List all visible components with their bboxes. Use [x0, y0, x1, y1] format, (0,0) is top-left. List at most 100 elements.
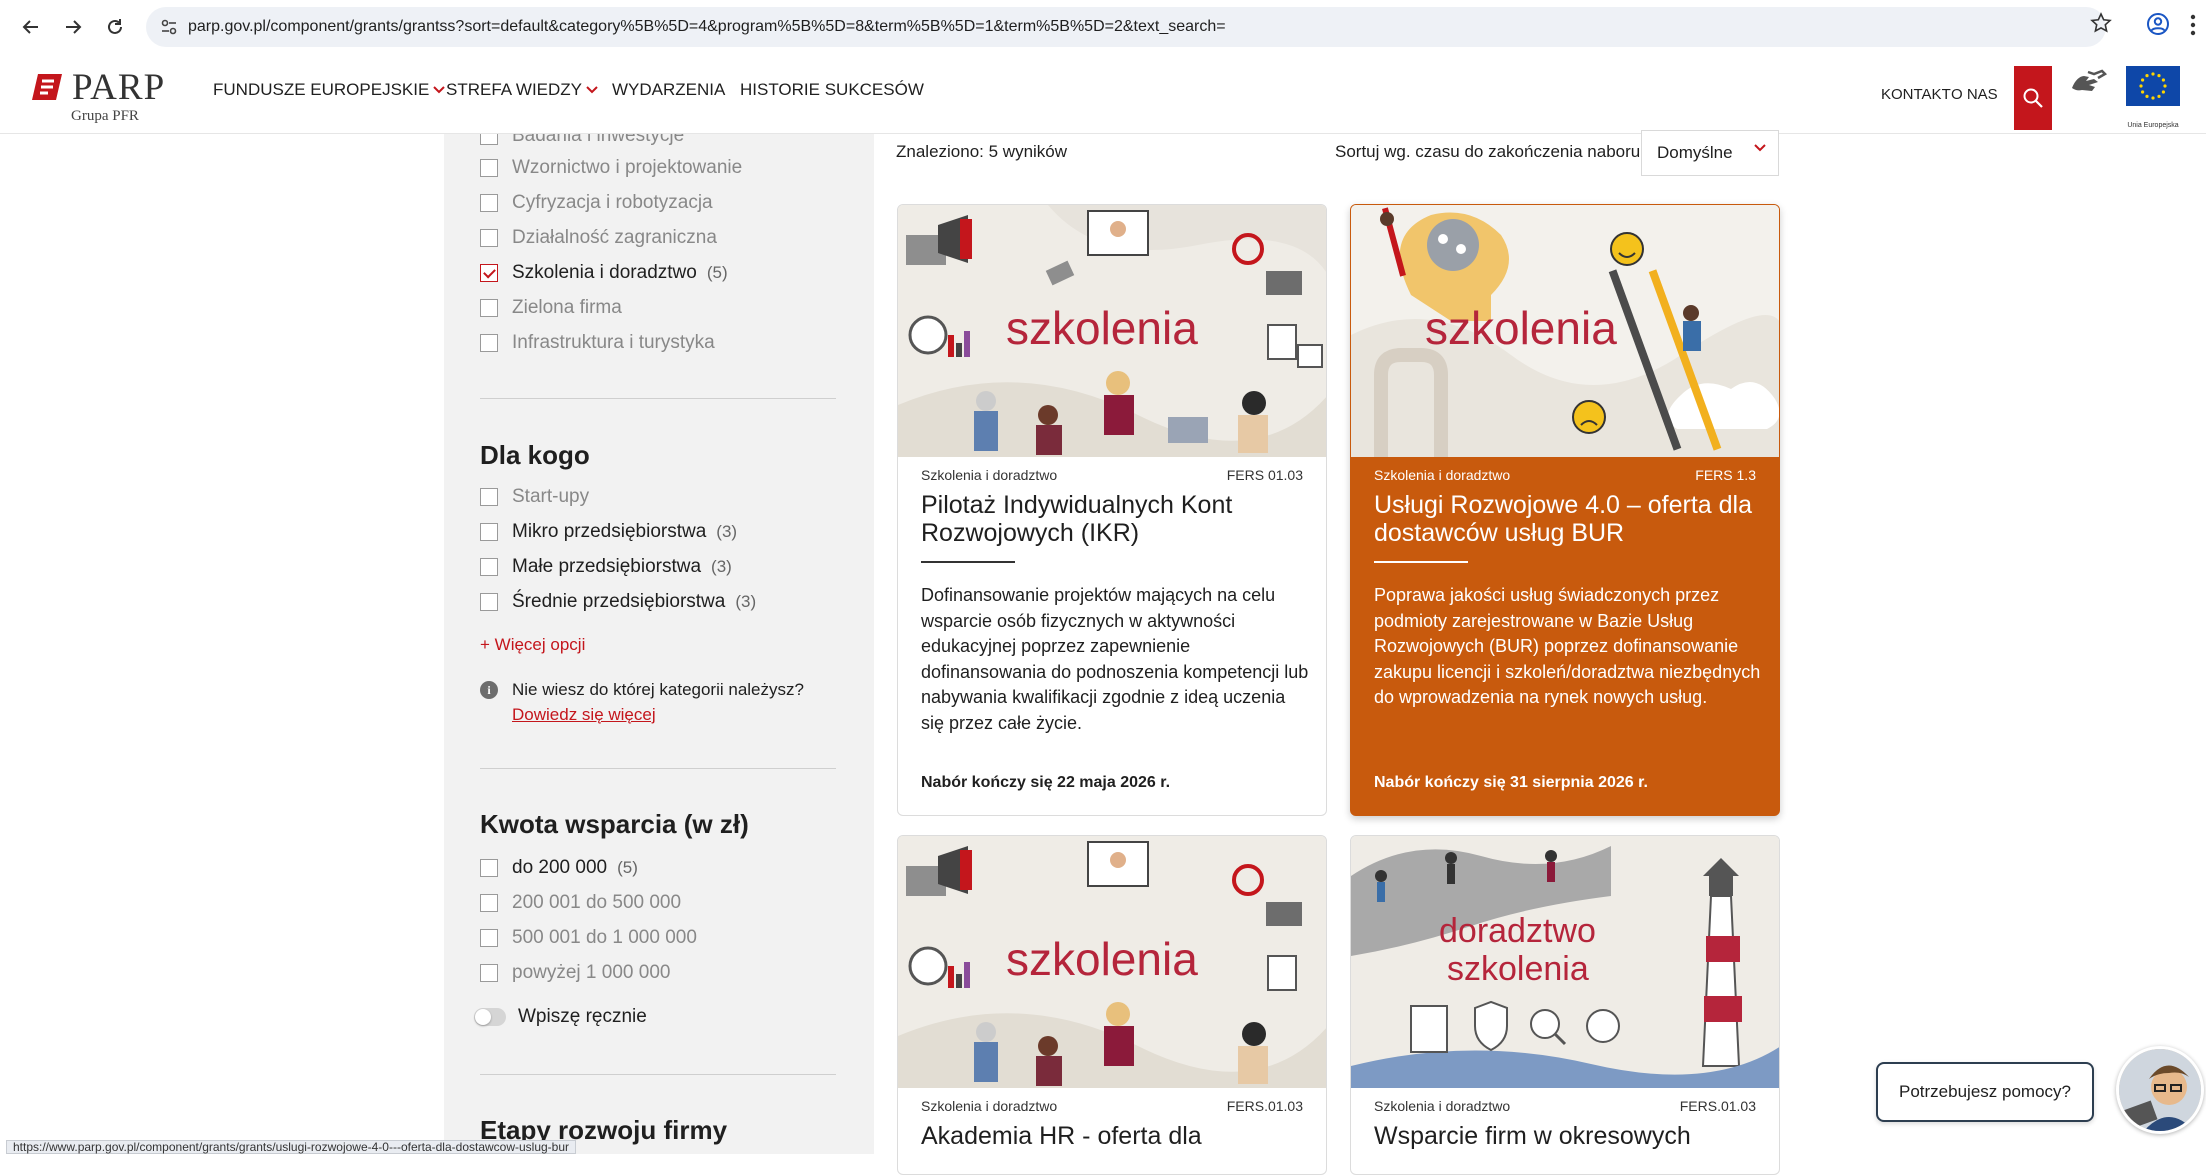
eu-caption: Unia Europejska — [2127, 122, 2179, 129]
result-count: (5) — [706, 263, 728, 282]
filter-amount-500k[interactable]: 200 001 do 500 000 — [480, 892, 681, 914]
for-whom-heading: Dla kogo — [480, 440, 590, 470]
browser-toolbar: parp.gov.pl/component/grants/grantss?sor… — [0, 0, 2206, 54]
status-bar-url: https://www.parp.gov.pl/component/grants… — [6, 1140, 577, 1154]
filter-for-whom-male[interactable]: Małe przedsiębiorstwa (3) — [480, 556, 732, 578]
nav-historie-sukcesow[interactable]: HISTORIE SUKCESÓW — [740, 80, 924, 100]
card-illustration: szkolenia — [1351, 205, 1779, 457]
filter-category-infrastruktura[interactable]: Infrastruktura i turystyka — [480, 332, 715, 354]
filter-amount-above-1m[interactable]: powyżej 1 000 000 — [480, 962, 670, 984]
search-icon — [2023, 88, 2043, 108]
nav-wydarzenia[interactable]: WYDARZENIA — [612, 80, 725, 100]
filter-category-partial[interactable]: Badania i inwestycje — [480, 134, 684, 147]
manual-amount-toggle-row[interactable]: Wpiszę ręcznie — [474, 1006, 647, 1028]
checkbox-checked[interactable] — [480, 264, 498, 282]
nav-label: WYDARZENIA — [612, 80, 726, 99]
filter-category-wzornictwo[interactable]: Wzornictwo i projektowanie — [480, 157, 742, 179]
filter-category-szkolenia[interactable]: Szkolenia i doradztwo (5) — [480, 262, 728, 284]
filter-category-cyfryzacja[interactable]: Cyfryzacja i robotyzacja — [480, 192, 713, 214]
card-title[interactable]: Akademia HR - oferta dla — [921, 1122, 1311, 1150]
checkbox-label: Mikro przedsiębiorstwa — [512, 521, 707, 542]
card-image-word: szkolenia — [1425, 302, 1617, 354]
sort-select[interactable]: Domyślne — [1641, 130, 1779, 176]
card-description: Poprawa jakości usług świadczonych przez… — [1374, 585, 1761, 707]
help-chat-bubble[interactable]: Potrzebujesz pomocy? — [1876, 1062, 2094, 1122]
card-title[interactable]: Usługi Rozwojowe 4.0 – oferta dla dostaw… — [1374, 491, 1764, 547]
divider — [480, 768, 836, 769]
filter-for-whom-mikro[interactable]: Mikro przedsiębiorstwa (3) — [480, 521, 737, 543]
grant-card-featured[interactable]: szkolenia Szkolenia i doradztwo FERS 1.3… — [1350, 204, 1780, 816]
site-settings-icon[interactable] — [160, 18, 178, 36]
more-options-link[interactable]: + Więcej opcji — [480, 635, 585, 655]
card-category: Szkolenia i doradztwo — [1374, 1098, 1511, 1114]
checkbox[interactable] — [480, 488, 498, 506]
checkbox[interactable] — [480, 229, 498, 247]
manual-amount-toggle[interactable] — [474, 1008, 506, 1026]
filter-category-dzialalnosc-zagraniczna[interactable]: Działalność zagraniczna — [480, 227, 717, 249]
filter-amount-200k[interactable]: do 200 000 (5) — [480, 857, 638, 879]
checkbox-label: 200 001 do 500 000 — [512, 892, 682, 913]
chevron-down-icon — [586, 86, 598, 94]
bookmark-star-icon[interactable] — [2090, 12, 2112, 34]
checkbox[interactable] — [480, 194, 498, 212]
card-title[interactable]: Wsparcie firm w okresowych — [1374, 1122, 1764, 1150]
result-count: (5) — [617, 858, 638, 877]
checkbox[interactable] — [480, 593, 498, 611]
info-icon: i — [480, 681, 498, 699]
checkbox[interactable] — [480, 159, 498, 177]
filter-category-zielona-firma[interactable]: Zielona firma — [480, 297, 622, 319]
checkbox[interactable] — [480, 334, 498, 352]
sort-label: Sortuj wg. czasu do zakończenia naboru — [1335, 142, 1641, 161]
logo-subtitle: Grupa PFR — [71, 108, 139, 124]
info-question: Nie wiesz do której kategorii należysz? — [512, 680, 804, 699]
learn-more-link[interactable]: Dowiedz się więcej — [512, 705, 656, 725]
checkbox[interactable] — [480, 929, 498, 947]
checkbox[interactable] — [480, 134, 498, 145]
filter-for-whom-srednie[interactable]: Średnie przedsiębiorstwa (3) — [480, 591, 756, 613]
checkbox-label: Szkolenia i doradztwo — [512, 262, 697, 283]
nav-label: FUNDUSZE EUROPEJSKIE — [213, 80, 430, 99]
card-image-word: doradztwo — [1439, 912, 1596, 950]
address-bar[interactable]: parp.gov.pl/component/grants/grantss?sor… — [146, 7, 2106, 47]
checkbox[interactable] — [480, 894, 498, 912]
browser-menu-icon[interactable] — [2190, 14, 2196, 36]
nav-label: STREFA WIEDZY — [446, 80, 583, 99]
back-arrow-icon[interactable] — [16, 13, 46, 41]
card-category: Szkolenia i doradztwo — [1374, 467, 1511, 483]
nav-strefa-wiedzy[interactable]: STREFA WIEDZY — [446, 80, 598, 100]
card-category: Szkolenia i doradztwo — [921, 467, 1058, 483]
filter-for-whom-startupy[interactable]: Start-upy — [480, 486, 589, 508]
search-button[interactable] — [2014, 66, 2052, 130]
grant-card[interactable]: szkolenia Szkolenia i doradztwo FERS 01.… — [897, 204, 1327, 816]
profile-icon[interactable] — [2146, 12, 2170, 36]
card-description: Dofinansowanie projektów mających na cel… — [921, 585, 1309, 733]
result-count: (3) — [716, 522, 738, 541]
o-nas-link[interactable]: O NAS — [1951, 86, 1998, 103]
kontakt-link[interactable]: KONTAKT — [1881, 86, 1951, 103]
amount-heading: Kwota wsparcia (w zł) — [480, 809, 749, 839]
filter-amount-1m[interactable]: 500 001 do 1 000 000 — [480, 927, 697, 949]
url-text: parp.gov.pl/component/grants/grantss?sor… — [188, 18, 1226, 35]
grant-card[interactable]: doradztwo szkolenia Szkolenia i doradztw… — [1350, 835, 1780, 1175]
site-header: PARP Grupa PFR FUNDUSZE EUROPEJSKIE STRE… — [0, 54, 2206, 134]
reload-icon[interactable] — [100, 13, 130, 41]
parp-logo[interactable]: PARP Grupa PFR — [32, 64, 192, 124]
logo-wordmark: PARP — [72, 67, 166, 108]
card-category: Szkolenia i doradztwo — [921, 1098, 1058, 1114]
card-image-word: szkolenia — [1006, 933, 1198, 985]
sign-language-icon[interactable] — [2068, 68, 2108, 102]
card-title[interactable]: Pilotaż Indywidualnych Kont Rozwojowych … — [921, 491, 1311, 547]
card-program-code: FERS 01.03 — [1226, 467, 1303, 483]
nav-fundusze-europejskie[interactable]: FUNDUSZE EUROPEJSKIE — [213, 80, 446, 100]
checkbox[interactable] — [480, 859, 498, 877]
help-chat-avatar[interactable] — [2116, 1046, 2204, 1134]
grant-card[interactable]: szkolenia Szkolenia i doradztwo FERS.01.… — [897, 835, 1327, 1175]
card-illustration: szkolenia — [898, 205, 1326, 457]
checkbox[interactable] — [480, 523, 498, 541]
checkbox[interactable] — [480, 964, 498, 982]
forward-arrow-icon[interactable] — [58, 13, 88, 41]
checkbox-label: Zielona firma — [512, 297, 622, 318]
checkbox[interactable] — [480, 299, 498, 317]
checkbox[interactable] — [480, 558, 498, 576]
consultant-avatar-icon — [2119, 1049, 2201, 1131]
